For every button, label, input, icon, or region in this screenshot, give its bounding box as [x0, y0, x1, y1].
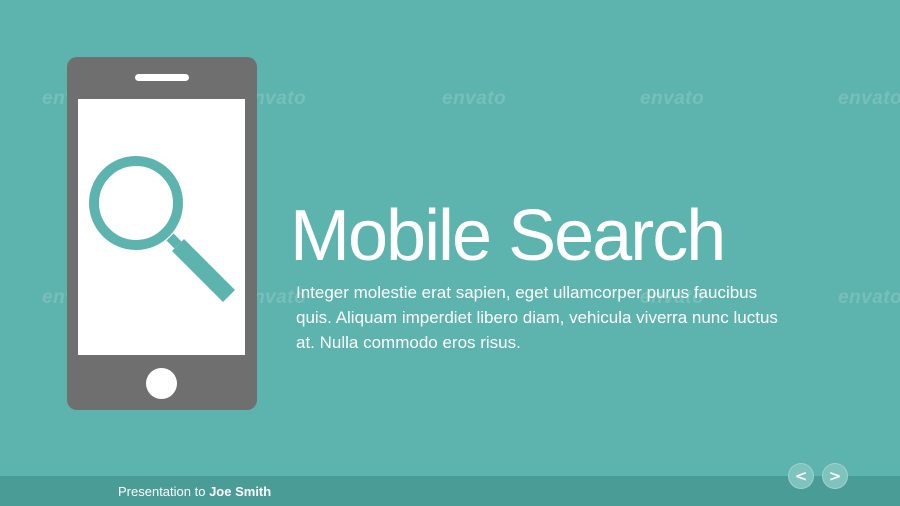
credit-prefix: Presentation to — [118, 484, 206, 499]
phone-speaker — [135, 74, 189, 81]
search-icon — [89, 156, 236, 303]
smartphone-illustration — [67, 57, 257, 410]
watermark: envato — [442, 88, 507, 109]
footer-bar: Presentation to Joe Smith — [0, 476, 900, 506]
previous-slide-button[interactable]: < — [788, 463, 814, 489]
watermark: envato — [838, 88, 900, 109]
phone-home-button — [146, 368, 177, 399]
next-slide-button[interactable]: > — [822, 463, 848, 489]
watermark: envato — [838, 287, 900, 308]
watermark: envato — [640, 88, 705, 109]
presentation-credit: Presentation to Joe Smith — [118, 484, 271, 499]
slide-title: Mobile Search — [290, 196, 726, 276]
slide-body-text: Integer molestie erat sapien, eget ullam… — [296, 283, 778, 352]
phone-screen — [78, 99, 245, 355]
presenter-name: Joe Smith — [209, 484, 272, 499]
slide: envato envato envato envato envato envat… — [0, 0, 900, 506]
